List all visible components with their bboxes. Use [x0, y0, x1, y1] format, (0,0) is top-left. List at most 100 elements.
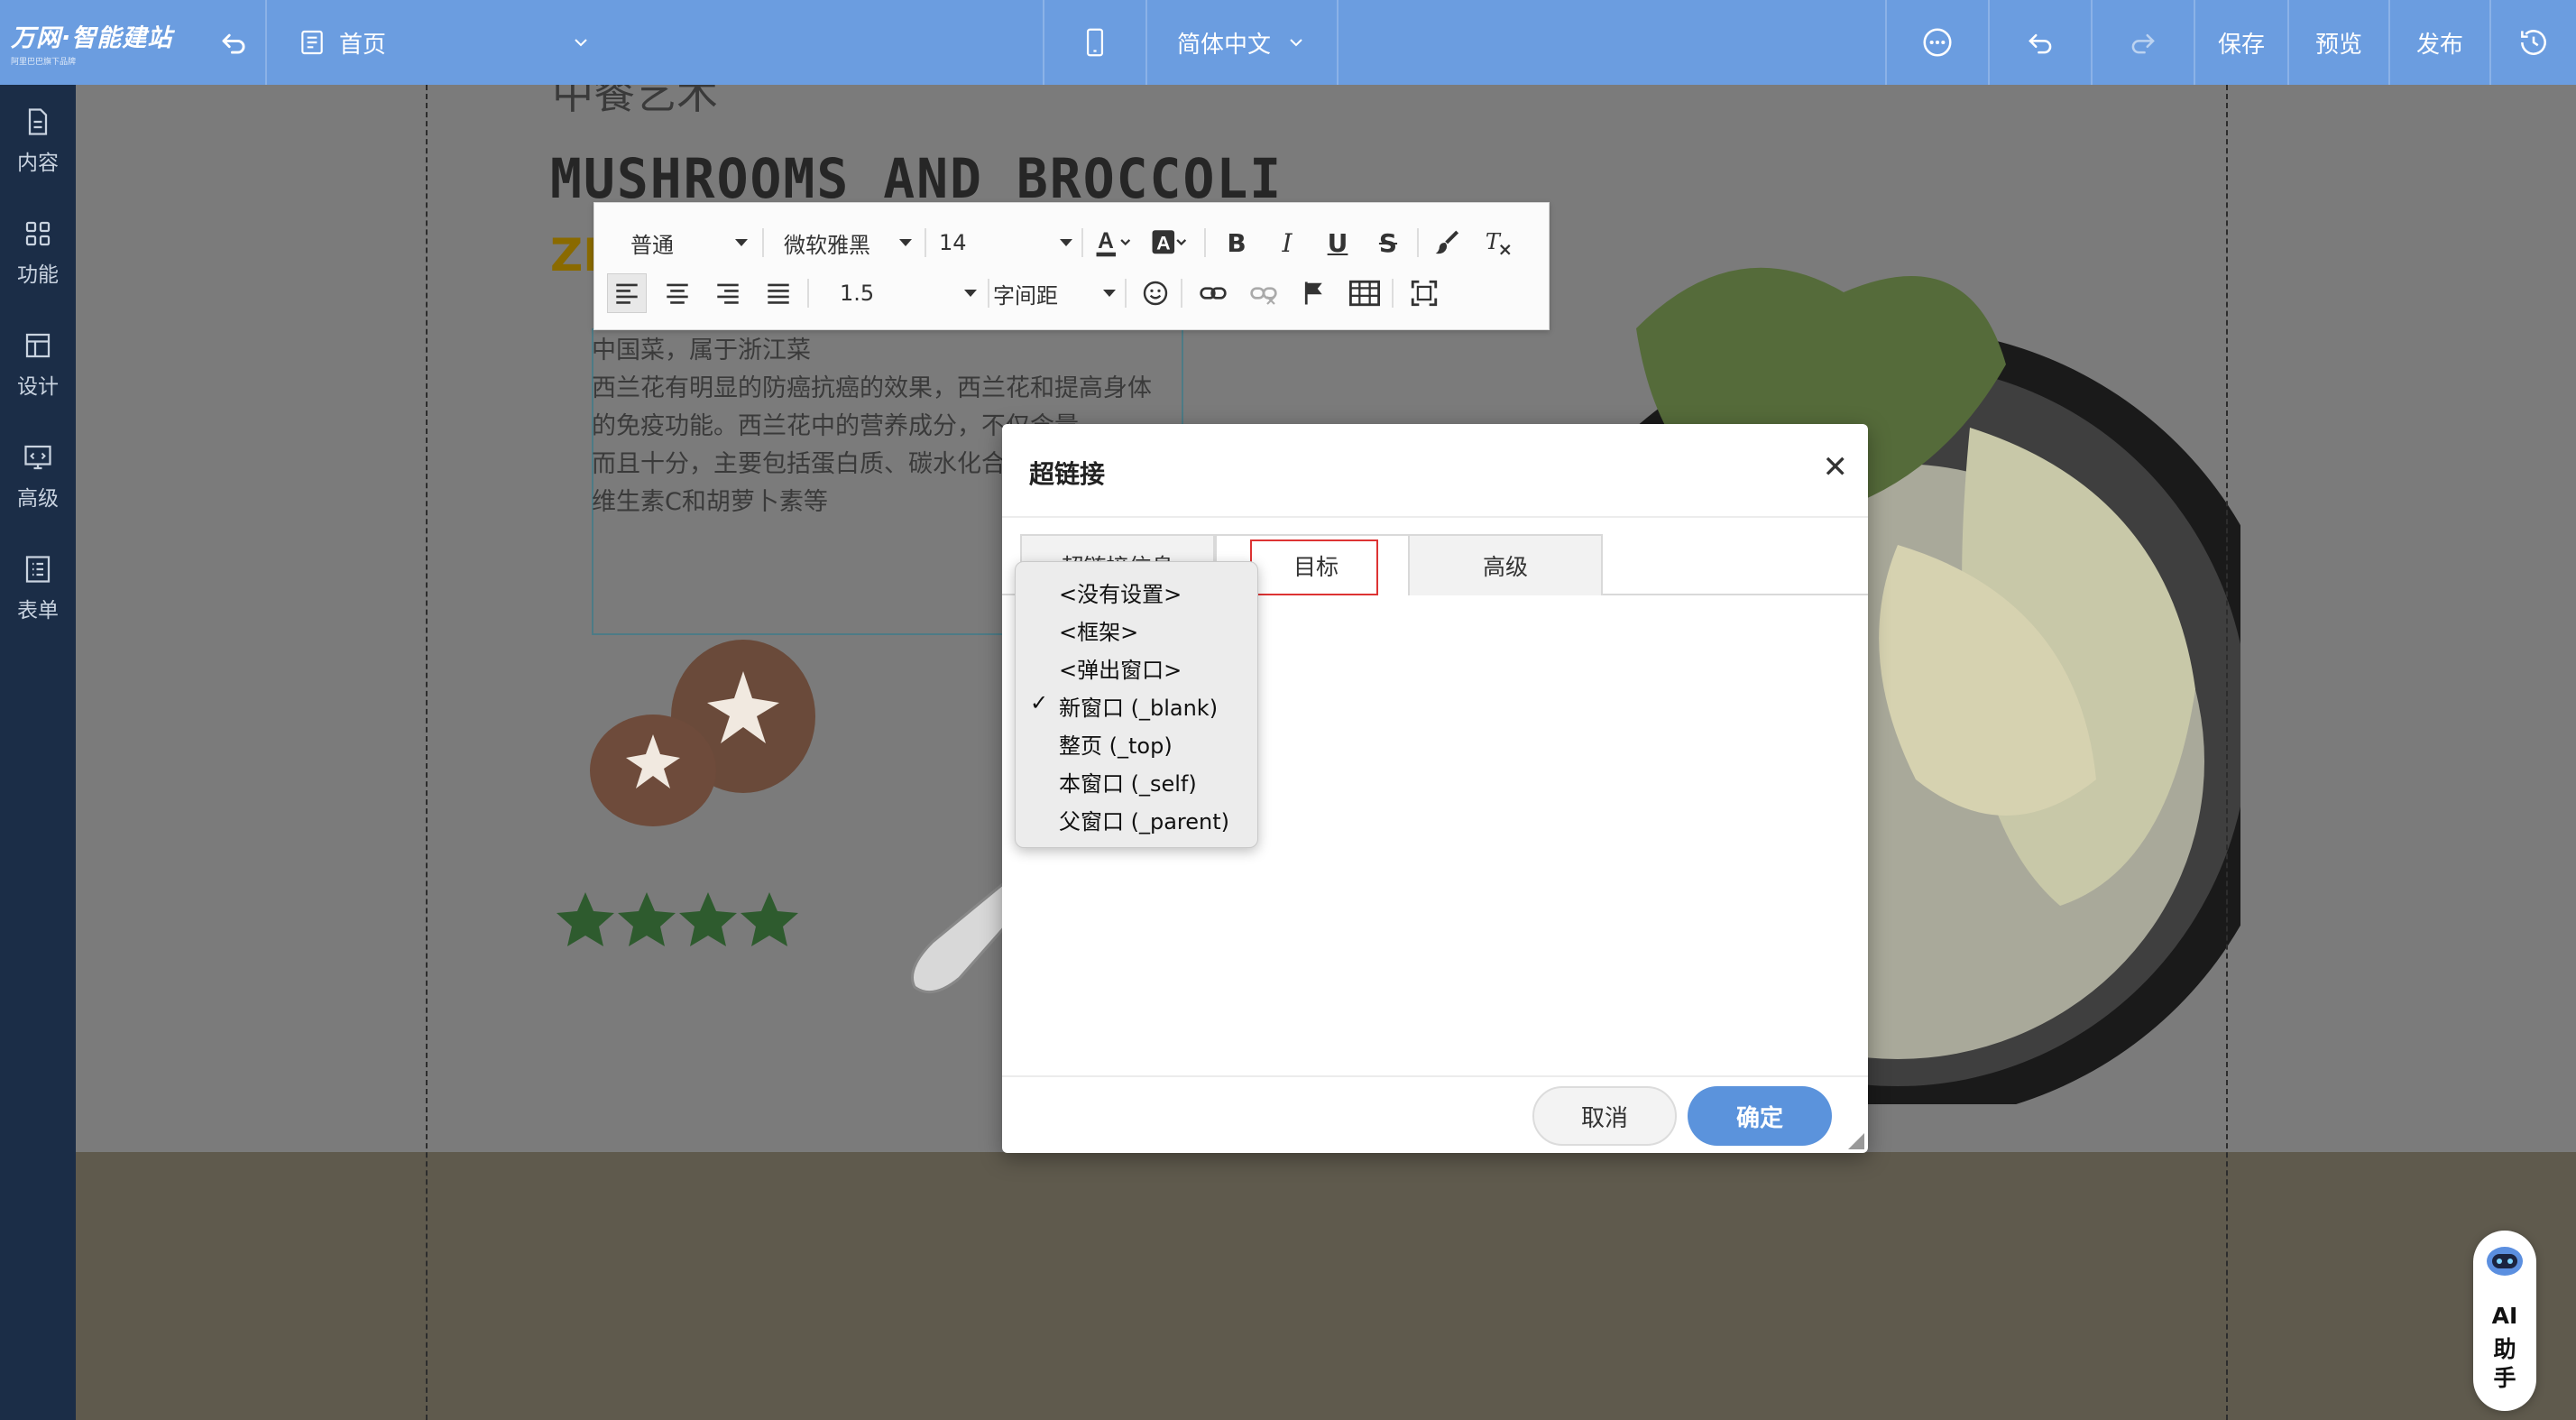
history-clock-icon — [2521, 30, 2546, 55]
caret-down-icon — [735, 239, 748, 246]
align-right-button[interactable] — [708, 273, 748, 313]
preview-button[interactable]: 预览 — [2287, 0, 2388, 85]
font-color-button[interactable]: A — [1090, 223, 1141, 263]
language-selector[interactable]: 简体中文 — [1145, 0, 1339, 85]
caret-down-icon — [1060, 239, 1072, 246]
caret-down-icon — [899, 239, 912, 246]
dish-heading[interactable]: MUSHROOMS AND BROCCOLI — [550, 146, 1283, 210]
description-line: 维生素C和胡萝卜素等 — [592, 488, 828, 516]
background-color-button[interactable]: A — [1146, 223, 1197, 263]
chevron-down-icon — [575, 39, 587, 47]
sidebar-item-label: 高级 — [17, 487, 59, 511]
sidebar-item-label: 内容 — [17, 152, 59, 175]
sidebar-item-label: 表单 — [17, 599, 59, 622]
caret-down-icon — [1103, 290, 1116, 297]
confirm-label: 确定 — [1735, 1104, 1783, 1132]
target-option-parent[interactable]: 父窗口 (_parent) — [1059, 804, 1229, 835]
undo-icon — [2029, 33, 2052, 54]
link-icon — [1200, 287, 1227, 300]
emoji-button[interactable] — [1136, 273, 1175, 313]
sidebar-item-advanced[interactable]: 高级 — [0, 420, 76, 532]
target-option-self[interactable]: 本窗口 (_self) — [1059, 766, 1197, 798]
redo-button[interactable] — [2091, 0, 2194, 85]
focus-outline — [1250, 539, 1378, 595]
cuisine-title[interactable]: 中餐艺术 — [552, 85, 718, 121]
sidebar-item-design[interactable]: 设计 — [0, 309, 76, 420]
svg-text:A: A — [1156, 233, 1171, 254]
align-right-icon — [717, 283, 739, 304]
letter-spacing-value: 字间距 — [993, 282, 1058, 309]
target-option-top[interactable]: 整页 (_top) — [1059, 728, 1173, 760]
sidebar-item-features[interactable]: 功能 — [0, 197, 76, 309]
insert-table-button[interactable] — [1345, 273, 1385, 313]
target-dropdown-menu: <没有设置> <框架> <弹出窗口> ✓ 新窗口 (_blank) 整页 (_t… — [1015, 561, 1258, 848]
align-justify-icon — [768, 283, 789, 304]
font-size-select[interactable]: 14 — [939, 225, 1074, 261]
sidebar-item-forms[interactable]: 表单 — [0, 532, 76, 644]
italic-button[interactable]: I — [1267, 223, 1307, 263]
strikethrough-button[interactable]: S — [1368, 223, 1408, 263]
clear-format-button[interactable]: T — [1478, 223, 1518, 263]
cancel-label: 取消 — [1580, 1104, 1628, 1132]
align-left-button[interactable] — [607, 273, 647, 313]
dialog-title: 超链接 — [1029, 459, 1106, 489]
target-option-blank[interactable]: 新窗口 (_blank) — [1059, 690, 1218, 722]
paragraph-format-select[interactable]: 普通 — [630, 225, 757, 261]
brand-logo[interactable]: 万网·智能建站 阿里巴巴旗下品牌 — [0, 0, 202, 85]
preview-label: 预览 — [2314, 31, 2362, 59]
star-icon — [741, 892, 798, 946]
cancel-button[interactable]: 取消 — [1532, 1086, 1677, 1146]
clear-format-icon: T — [1486, 229, 1511, 255]
close-icon[interactable]: ✕ — [1823, 449, 1849, 485]
mobile-phone-icon — [1086, 28, 1104, 57]
publish-button[interactable]: 发布 — [2388, 0, 2489, 85]
smiley-icon — [1143, 281, 1168, 306]
tab-label: 高级 — [1482, 554, 1528, 580]
top-toolbar: 万网·智能建站 阿里巴巴旗下品牌 首页 简体中文 保存 预览 发布 — [0, 0, 2576, 85]
more-options-button[interactable] — [1885, 0, 1988, 85]
ai-label: AI — [2491, 1303, 2518, 1329]
ai-assistant-button[interactable]: AI 助 手 — [2473, 1231, 2536, 1411]
star-icon — [557, 892, 614, 946]
undo-button[interactable] — [1988, 0, 2091, 85]
mobile-view-button[interactable] — [1043, 0, 1145, 85]
ai-label: 助 — [2493, 1336, 2516, 1362]
target-option-not-set[interactable]: <没有设置> — [1059, 576, 1182, 608]
back-button[interactable] — [202, 0, 265, 85]
line-height-select[interactable]: 1.5 — [840, 275, 984, 311]
font-family-select[interactable]: 微软雅黑 — [784, 225, 919, 261]
undo-arrow-icon — [222, 33, 245, 54]
save-label: 保存 — [2217, 31, 2265, 59]
target-option-frame[interactable]: <框架> — [1059, 614, 1138, 646]
highlight-color-icon: A — [1152, 230, 1187, 254]
bold-button[interactable]: B — [1217, 223, 1256, 263]
target-option-popup[interactable]: <弹出窗口> — [1059, 652, 1182, 684]
tab-advanced[interactable]: 高级 — [1408, 534, 1603, 595]
confirm-button[interactable]: 确定 — [1688, 1086, 1832, 1146]
document-icon — [28, 108, 48, 135]
save-button[interactable]: 保存 — [2194, 0, 2287, 85]
insert-link-button[interactable] — [1193, 273, 1233, 313]
letter-spacing-select[interactable]: 字间距 — [993, 275, 1116, 311]
list-form-icon — [25, 556, 51, 583]
layout-guide-left — [426, 85, 428, 1420]
font-size-value: 14 — [939, 230, 967, 255]
brand-name: 万网·智能建站 — [11, 24, 173, 52]
align-center-button[interactable] — [658, 273, 697, 313]
paint-brush-icon — [1435, 230, 1459, 254]
fullscreen-icon — [1411, 280, 1438, 307]
brand-tagline: 阿里巴巴旗下品牌 — [11, 58, 77, 67]
format-painter-button[interactable] — [1428, 223, 1467, 263]
code-monitor-icon — [24, 445, 51, 470]
sidebar-item-content[interactable]: 内容 — [0, 85, 76, 197]
underline-button[interactable]: U — [1318, 223, 1357, 263]
left-sidebar: 内容 功能 设计 高级 表单 — [0, 85, 76, 1420]
align-justify-button[interactable] — [759, 273, 798, 313]
resize-handle-icon[interactable] — [1848, 1133, 1864, 1149]
fullscreen-button[interactable] — [1404, 273, 1444, 313]
anchor-button[interactable] — [1294, 273, 1334, 313]
unlink-button[interactable] — [1244, 273, 1283, 313]
robot-icon — [2487, 1247, 2523, 1276]
history-button[interactable] — [2489, 0, 2576, 85]
page-selector[interactable]: 首页 — [265, 0, 626, 85]
